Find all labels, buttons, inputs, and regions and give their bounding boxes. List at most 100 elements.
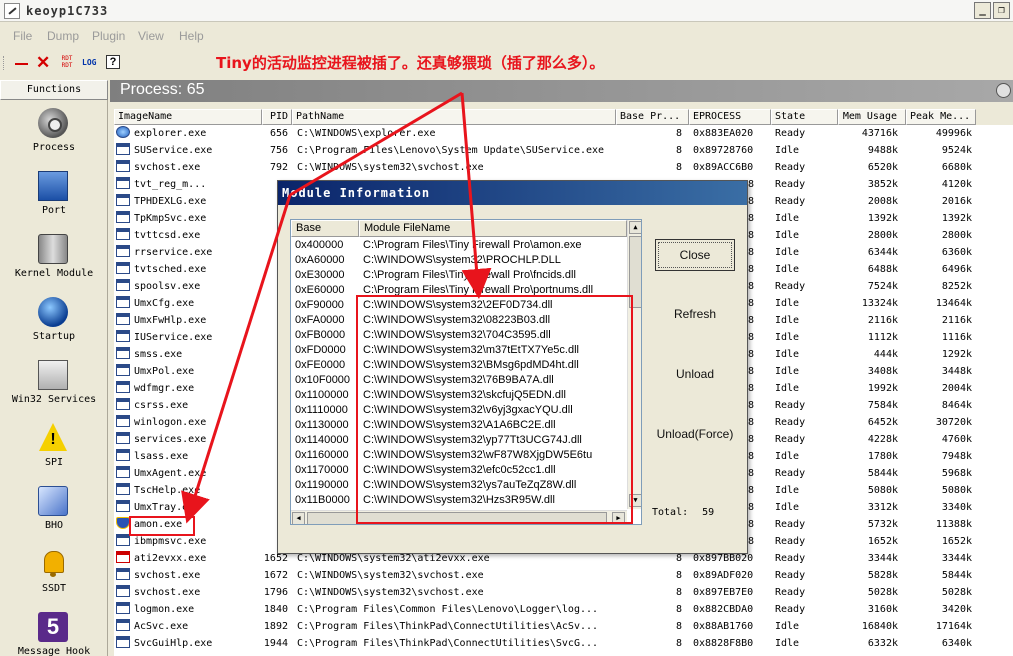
cell-eprocess-partial: 8 xyxy=(748,247,755,258)
cell-base: 0x1190000 xyxy=(295,479,349,491)
cell-imagename: SvcGuiHlp.exe xyxy=(134,638,213,649)
refresh-icon[interactable] xyxy=(996,83,1011,98)
cell-base-priority: 8 xyxy=(675,162,682,173)
cell-state: Ready xyxy=(775,468,806,479)
sidebar-item-message-hook[interactable]: 5 Message Hook xyxy=(0,612,108,656)
cell-pid: 1840 xyxy=(263,604,288,615)
restore-button[interactable]: ❐ xyxy=(993,2,1010,19)
cell-base-priority: 8 xyxy=(675,128,682,139)
scroll-down-icon[interactable]: ▼ xyxy=(629,494,641,507)
table-row[interactable]: AcSvc.exe 1892 C:\Program Files\ThinkPad\C… xyxy=(114,618,1013,635)
table-row[interactable]: svchost.exe 1796 C:\WINDOWS\system32\svcho… xyxy=(114,584,1013,601)
column-pid[interactable]: PID xyxy=(262,109,292,125)
cell-peak-mem: 6360k xyxy=(941,247,972,258)
sidebar-item-port[interactable]: Port xyxy=(0,171,108,233)
module-row[interactable]: 0xFB0000 C:\WINDOWS\system32\704C3595.dll xyxy=(291,328,627,343)
cell-state: Idle xyxy=(775,230,800,241)
process-panel-header: Process: 65 xyxy=(110,80,1013,102)
close-button[interactable]: Close xyxy=(655,239,735,271)
column-state[interactable]: State xyxy=(771,109,838,125)
cell-imagename: UmxPol.exe xyxy=(134,366,195,377)
module-row[interactable]: 0x1100000 C:\WINDOWS\system32\skcfujQ5EDN… xyxy=(291,388,627,403)
terminate-icon[interactable]: ✕ xyxy=(36,54,52,71)
cell-peak-mem: 5968k xyxy=(941,468,972,479)
menu-dump[interactable]: Dump xyxy=(47,29,79,43)
column-peak-mem[interactable]: Peak Me... xyxy=(906,109,976,125)
module-row[interactable]: 0x1110000 C:\WINDOWS\system32\v6yj3gxacYQ… xyxy=(291,403,627,418)
module-row[interactable]: 0xA60000 C:\WINDOWS\system32\PROCHLP.DLL xyxy=(291,253,627,268)
process-icon xyxy=(116,143,130,155)
minus-icon[interactable] xyxy=(14,55,30,71)
table-row[interactable]: svchost.exe 792 C:\WINDOWS\system32\svchos… xyxy=(114,159,1013,176)
sidebar-item-ssdt[interactable]: SSDT xyxy=(0,549,108,611)
cell-state: Idle xyxy=(775,315,800,326)
module-row[interactable]: 0x1130000 C:\WINDOWS\system32\A1A6BC2E.dl… xyxy=(291,418,627,433)
unload-force-button[interactable]: Unload(Force) xyxy=(655,419,735,451)
module-row[interactable]: 0xE60000 C:\Program Files\Tiny Firewall P… xyxy=(291,283,627,298)
sidebar-item-bho[interactable]: BHO xyxy=(0,486,108,548)
column-module-filename[interactable]: Module FileName xyxy=(359,220,627,237)
module-row[interactable]: 0xF90000 C:\WINDOWS\system32\2EF0D734.dll xyxy=(291,298,627,313)
module-row[interactable]: 0x1160000 C:\WINDOWS\system32\wF87W8XjgDW… xyxy=(291,448,627,463)
module-list-hscrollbar[interactable]: ◀ ▶ xyxy=(291,510,627,524)
log-icon[interactable]: LOG xyxy=(82,55,102,71)
cell-eprocess-partial: 8 xyxy=(748,451,755,462)
module-row[interactable]: 0x400000 C:\Program Files\Tiny Firewall P… xyxy=(291,238,627,253)
cell-peak-mem: 8252k xyxy=(941,281,972,292)
module-row[interactable]: 0x1170000 C:\WINDOWS\system32\efc0c52cc1.… xyxy=(291,463,627,478)
module-row[interactable]: 0xFE0000 C:\WINDOWS\system32\BMsg6pdMD4ht… xyxy=(291,358,627,373)
module-row[interactable]: 0xFA0000 C:\WINDOWS\system32\08223B03.dll xyxy=(291,313,627,328)
menu-help[interactable]: Help xyxy=(179,29,204,43)
module-row[interactable]: 0xE30000 C:\Program Files\Tiny Firewall P… xyxy=(291,268,627,283)
table-row[interactable]: logmon.exe 1840 C:\Program Files\Common Fi… xyxy=(114,601,1013,618)
process-icon xyxy=(116,177,130,189)
cell-eprocess-partial: 8 xyxy=(748,298,755,309)
cell-eprocess: 0x8828F8B0 xyxy=(693,638,754,649)
column-base-priority[interactable]: Base Pr... xyxy=(616,109,689,125)
module-row[interactable]: 0xFD0000 C:\WINDOWS\system32\m37tEtTX7Ye5… xyxy=(291,343,627,358)
cell-mem-usage: 2116k xyxy=(867,315,898,326)
cell-state: Ready xyxy=(775,162,806,173)
table-row[interactable]: explorer.exe 656 C:\WINDOWS\explorer.exe 8 0… xyxy=(114,125,1013,142)
cell-base-priority: 8 xyxy=(675,145,682,156)
menu-file[interactable]: File xyxy=(13,29,32,43)
column-eprocess[interactable]: EPROCESS xyxy=(689,109,771,125)
process-icon xyxy=(116,126,130,138)
scroll-right-icon[interactable]: ▶ xyxy=(612,512,625,524)
table-row[interactable]: SUService.exe 756 C:\Program Files\Lenovo\… xyxy=(114,142,1013,159)
table-row[interactable]: svchost.exe 1672 C:\WINDOWS\system32\svcho… xyxy=(114,567,1013,584)
module-row[interactable]: 0x1140000 C:\WINDOWS\system32\yp77Tt3UCG7… xyxy=(291,433,627,448)
sidebar-item-win32-services[interactable]: Win32 Services xyxy=(0,360,108,422)
column-imagename[interactable]: ImageName xyxy=(114,109,262,125)
column-pathname[interactable]: PathName xyxy=(292,109,616,125)
column-mem-usage[interactable]: Mem Usage xyxy=(838,109,906,125)
column-base[interactable]: Base xyxy=(291,220,359,237)
cell-module-filename: C:\WINDOWS\system32\08223B03.dll xyxy=(363,314,551,326)
sidebar-item-process[interactable]: Process xyxy=(0,108,108,170)
scroll-up-icon[interactable]: ▲ xyxy=(629,221,641,234)
scroll-left-icon[interactable]: ◀ xyxy=(292,512,305,524)
sidebar-item-startup[interactable]: Startup xyxy=(0,297,108,359)
unload-button[interactable]: Unload xyxy=(655,359,735,391)
hscroll-thumb[interactable] xyxy=(307,512,607,524)
menu-view[interactable]: View xyxy=(138,29,164,43)
sidebar-item-kernel-module[interactable]: Kernel Module xyxy=(0,234,108,296)
refresh-button[interactable]: Refresh xyxy=(655,299,735,331)
cell-state: Ready xyxy=(775,281,806,292)
cell-peak-mem: 17164k xyxy=(935,621,972,632)
module-list-header: Base Module FileName xyxy=(291,220,627,237)
sidebar-item-spi[interactable]: SPI xyxy=(0,423,108,485)
module-row[interactable]: 0x10F0000 C:\WINDOWS\system32\76B9BA7A.dl… xyxy=(291,373,627,388)
table-row[interactable]: SvcGuiHlp.exe 1944 C:\Program Files\ThinkP… xyxy=(114,635,1013,652)
module-list-vscrollbar[interactable]: ▲ ▼ xyxy=(627,220,641,509)
menu-plugin[interactable]: Plugin xyxy=(92,29,125,43)
cell-module-filename: C:\WINDOWS\system32\m37tEtTX7Ye5c.dll xyxy=(363,344,579,356)
cell-imagename: ibmpmsvc.exe xyxy=(134,536,207,547)
scroll-thumb[interactable] xyxy=(629,236,641,308)
module-row[interactable]: 0x11B0000 C:\WINDOWS\system32\Hzs3R95W.dl… xyxy=(291,493,627,508)
cell-eprocess-partial: 8 xyxy=(748,349,755,360)
module-row[interactable]: 0x1190000 C:\WINDOWS\system32\ys7auTeZqZ8… xyxy=(291,478,627,493)
minimize-button[interactable]: _ xyxy=(974,2,991,19)
rdt-icon[interactable]: RDT RDT xyxy=(58,55,76,71)
help-icon[interactable]: ? xyxy=(106,55,120,69)
